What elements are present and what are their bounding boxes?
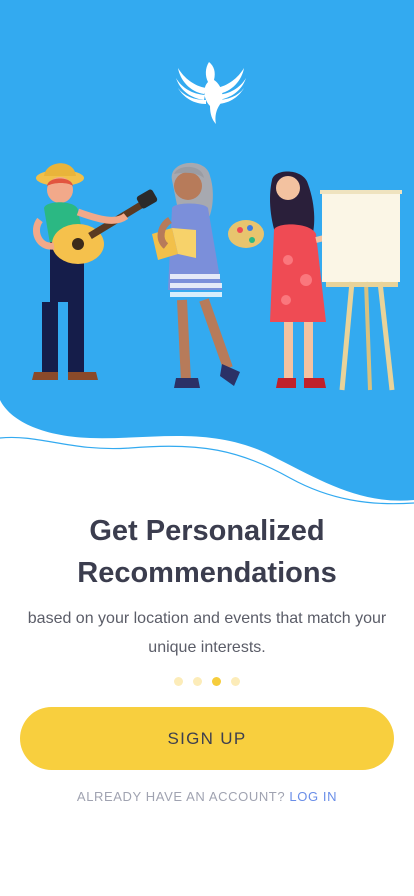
pagination-dot-1[interactable]: [174, 677, 183, 686]
login-prompt: ALREADY HAVE AN ACCOUNT? LOG IN: [0, 789, 414, 804]
subtitle-line-1: based on your location and events that m…: [27, 610, 387, 627]
sign-up-button[interactable]: SIGN UP: [20, 707, 394, 770]
subtitle-line-2: unique interests.: [148, 639, 266, 656]
painter-figure: [228, 171, 402, 391]
pagination-dot-4[interactable]: [231, 677, 240, 686]
page-subtitle: based on your location and events that m…: [14, 604, 400, 662]
pagination-dot-3[interactable]: [212, 677, 221, 686]
reader-figure: [152, 162, 240, 388]
people-hobbies-illustration: [20, 150, 410, 400]
login-prompt-text: ALREADY HAVE AN ACCOUNT?: [76, 789, 286, 804]
guitar-player-figure: [32, 163, 158, 380]
pagination-dot-2[interactable]: [193, 677, 202, 686]
pagination-dots: [0, 677, 414, 689]
page-title: Get Personalized Recommendations: [0, 510, 414, 594]
title-line-2: Recommendations: [77, 557, 337, 589]
title-line-1: Get Personalized: [89, 515, 325, 547]
log-in-link[interactable]: LOG IN: [289, 789, 337, 804]
dove-icon: [172, 58, 250, 126]
